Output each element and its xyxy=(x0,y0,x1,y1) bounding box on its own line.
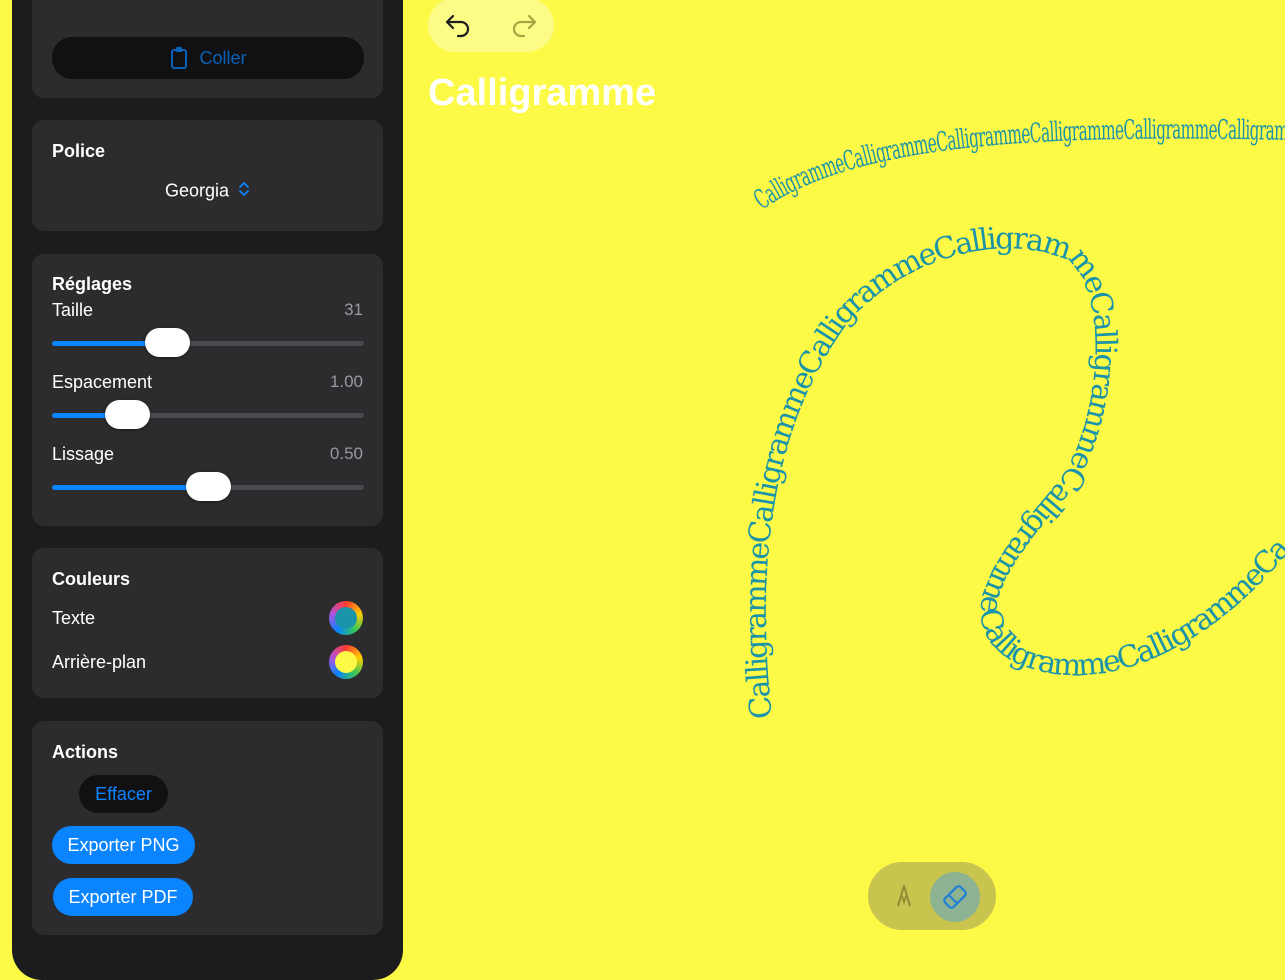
canvas-title: Calligramme xyxy=(428,72,657,114)
paste-label: Coller xyxy=(199,47,247,68)
settings-title: Réglages xyxy=(52,274,133,294)
colors-title: Couleurs xyxy=(52,569,131,589)
background-color-well[interactable] xyxy=(329,645,363,679)
size-value: 31 xyxy=(344,300,363,319)
font-card: Police Georgia xyxy=(32,120,383,231)
clipboard-icon xyxy=(171,47,188,69)
redo-arrow-icon xyxy=(512,14,537,38)
size-slider[interactable] xyxy=(52,328,364,357)
spacing-slider[interactable] xyxy=(52,400,364,429)
undo-redo-toolbar xyxy=(428,0,554,52)
actions-title: Actions xyxy=(52,742,119,762)
text-color-swatch xyxy=(335,607,357,629)
settings-card: Réglages Taille 31 Espacement 1.00 Lissa… xyxy=(32,254,383,526)
smoothing-slider[interactable] xyxy=(52,472,364,501)
eraser-icon xyxy=(943,885,967,909)
redo-button[interactable] xyxy=(508,8,540,40)
smoothing-slider-thumb[interactable] xyxy=(186,472,231,501)
font-picker[interactable]: Georgia xyxy=(32,180,383,203)
background-color-label: Arrière-plan xyxy=(52,652,147,672)
undo-button[interactable] xyxy=(442,8,474,40)
text-color-label: Texte xyxy=(52,608,96,628)
size-label: Taille xyxy=(52,300,94,320)
export-pdf-button[interactable]: Exporter PDF xyxy=(53,878,193,916)
smoothing-value: 0.50 xyxy=(329,444,363,463)
font-section-title: Police xyxy=(52,141,106,161)
spacing-value: 1.00 xyxy=(329,372,363,391)
pen-tool-button[interactable] xyxy=(886,878,922,914)
background-color-swatch xyxy=(335,651,357,673)
text-color-well[interactable] xyxy=(329,601,363,635)
sidebar: Coller Police Georgia Réglages Taille 31… xyxy=(12,0,403,980)
colors-card: Couleurs Texte Arrière-plan xyxy=(32,548,383,698)
smoothing-label: Lissage xyxy=(52,444,115,464)
tool-picker xyxy=(868,862,996,930)
font-picker-value: Georgia xyxy=(164,180,230,201)
spacing-slider-thumb[interactable] xyxy=(104,400,150,429)
chevron-up-down-icon xyxy=(238,180,250,203)
undo-arrow-icon xyxy=(445,14,470,38)
size-slider-thumb[interactable] xyxy=(145,328,191,357)
spacing-label: Espacement xyxy=(52,372,153,392)
actions-card: Actions Effacer Exporter PNG Exporter PD… xyxy=(32,721,383,935)
paste-card: Coller xyxy=(32,0,383,98)
eraser-tool-button[interactable] xyxy=(930,872,980,922)
pen-tip-icon xyxy=(897,885,911,907)
clear-button[interactable]: Effacer xyxy=(79,775,168,813)
paste-button[interactable]: Coller xyxy=(52,37,364,79)
export-png-button[interactable]: Exporter PNG xyxy=(52,826,195,864)
